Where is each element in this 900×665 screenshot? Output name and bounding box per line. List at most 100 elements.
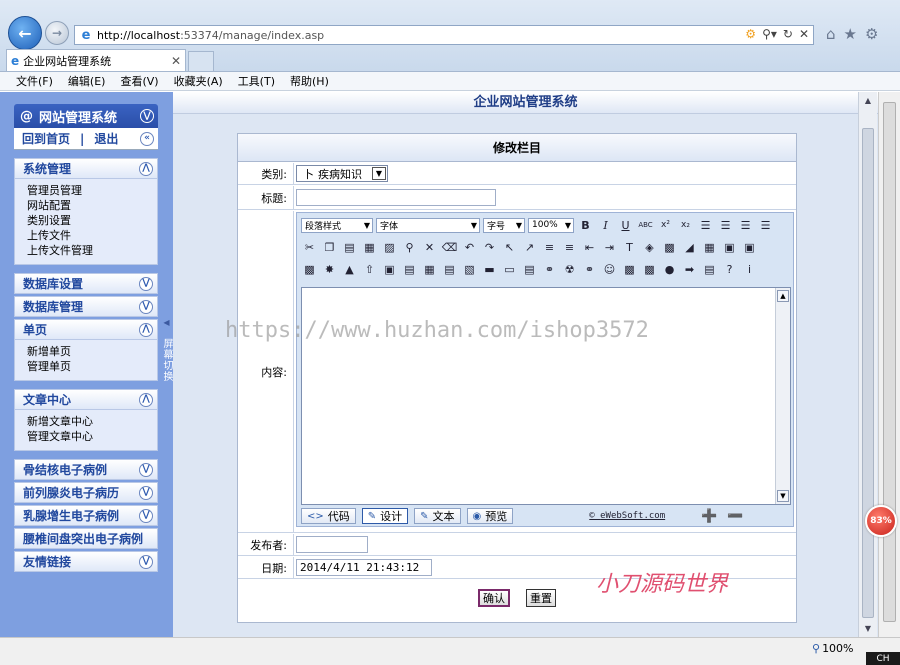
enlarge-icon[interactable]: ➕: [701, 509, 717, 524]
language-indicator[interactable]: CH: [866, 652, 900, 665]
page-icon[interactable]: ▤: [441, 261, 458, 278]
remove-format-icon[interactable]: ◢: [681, 239, 698, 256]
dropdown-arrow-icon[interactable]: ▼: [372, 167, 386, 180]
mode-design-button[interactable]: ✎ 设计: [361, 508, 409, 524]
marquee-icon[interactable]: ▤: [401, 261, 418, 278]
zoom-control[interactable]: ⚲ 100%: [812, 642, 854, 655]
paste-word-icon[interactable]: ▨: [381, 239, 398, 256]
browser-tab[interactable]: e 企业网站管理系统 ✕: [6, 49, 186, 71]
scroll-up-icon[interactable]: ▲: [862, 96, 874, 105]
new-tab-button[interactable]: [188, 51, 214, 71]
sidebar-item[interactable]: 管理文章中心: [27, 429, 157, 444]
info-icon[interactable]: i: [741, 261, 758, 278]
scroll-down-icon[interactable]: ▼: [862, 624, 874, 633]
progress-badge[interactable]: 83%: [865, 505, 897, 537]
align-center-icon[interactable]: ☰: [717, 217, 734, 234]
page-scrollbar[interactable]: [878, 92, 900, 637]
back-button[interactable]: ←: [8, 16, 42, 50]
menu-file[interactable]: 文件(F): [16, 73, 53, 89]
paragraph-style-select[interactable]: 段落样式 ▼: [301, 217, 373, 233]
publisher-input[interactable]: [296, 536, 368, 553]
paste-icon[interactable]: ▤: [341, 239, 358, 256]
grid-icon[interactable]: ▦: [421, 261, 438, 278]
fullscreen-icon[interactable]: ▤: [701, 261, 718, 278]
outdent-icon[interactable]: ⇤: [581, 239, 598, 256]
emotion-icon[interactable]: ☺: [601, 261, 618, 278]
refresh-icon[interactable]: ↻: [783, 27, 793, 41]
bold-icon[interactable]: B: [577, 217, 594, 234]
sidebar-item[interactable]: 网站配置: [27, 198, 157, 213]
category-select[interactable]: 卜 疾病知识 ▼: [296, 165, 388, 182]
logout-link[interactable]: 退出: [94, 130, 118, 147]
special-char-icon[interactable]: ▩: [621, 261, 638, 278]
align-right-icon[interactable]: ☰: [737, 217, 754, 234]
screen-switch-splitter[interactable]: ◀ 屏幕切换: [160, 317, 173, 417]
menu-favorites[interactable]: 收藏夹(A): [174, 73, 223, 89]
sidebar-item[interactable]: 管理单页: [27, 359, 157, 374]
sidebar-item[interactable]: 类别设置: [27, 213, 157, 228]
date-icon[interactable]: ▩: [641, 261, 658, 278]
strikethrough-icon[interactable]: ABC: [637, 217, 654, 234]
indent-icon[interactable]: ⇥: [601, 239, 618, 256]
section-header[interactable]: 数据库管理 ⋁: [14, 296, 158, 317]
section-header[interactable]: 乳腺增生电子病例 ⋁: [14, 505, 158, 526]
file-icon[interactable]: ⇧: [361, 261, 378, 278]
media-icon[interactable]: ▲: [341, 261, 358, 278]
settings-gear-icon[interactable]: ⚙: [865, 25, 878, 43]
ordered-list-icon[interactable]: ≡: [541, 239, 558, 256]
italic-icon[interactable]: I: [597, 217, 614, 234]
select-icon[interactable]: ↖: [501, 239, 518, 256]
anchor-icon[interactable]: ⚭: [581, 261, 598, 278]
delete-icon[interactable]: ✕: [421, 239, 438, 256]
redo-icon[interactable]: ↷: [481, 239, 498, 256]
editor-scrollbar[interactable]: ▲ ▼: [775, 288, 790, 504]
sidebar-item[interactable]: 上传文件: [27, 228, 157, 243]
align-left-icon[interactable]: ☰: [697, 217, 714, 234]
justify-icon[interactable]: ☰: [757, 217, 774, 234]
eraser-icon[interactable]: ⌫: [441, 239, 458, 256]
copy-icon[interactable]: ❐: [321, 239, 338, 256]
help-icon[interactable]: ?: [721, 261, 738, 278]
compatibility-icon[interactable]: ⚙: [745, 27, 756, 41]
sidebar-item[interactable]: 管理员管理: [27, 183, 157, 198]
sidebar-item[interactable]: 新增单页: [27, 344, 157, 359]
reset-button[interactable]: 重置: [526, 589, 556, 607]
underline-icon[interactable]: U: [617, 217, 634, 234]
section-header[interactable]: 腰椎间盘突出电子病例: [14, 528, 158, 549]
superscript-icon[interactable]: x²: [657, 217, 674, 234]
font-select[interactable]: 字体 ▼: [376, 217, 480, 233]
section-header[interactable]: 单页 ⋀: [14, 319, 158, 340]
link-icon[interactable]: ⚭: [541, 261, 558, 278]
favorites-star-icon[interactable]: ★: [844, 25, 857, 43]
double-chevron-left-icon[interactable]: «: [140, 131, 154, 146]
section-header[interactable]: 文章中心 ⋀: [14, 389, 158, 410]
mode-preview-button[interactable]: ◉ 预览: [466, 508, 514, 524]
shrink-icon[interactable]: ➖: [727, 509, 743, 524]
section-header[interactable]: 系统管理 ⋀: [14, 158, 158, 179]
scroll-down-icon[interactable]: ▼: [777, 490, 789, 502]
comment-icon[interactable]: ▣: [721, 239, 738, 256]
bug-icon[interactable]: ●: [661, 261, 678, 278]
confirm-button[interactable]: 确认: [478, 589, 510, 607]
text-color-icon[interactable]: T: [621, 239, 638, 256]
table-icon[interactable]: ▦: [701, 239, 718, 256]
frame-scrollbar[interactable]: ▲ ▼: [858, 92, 877, 637]
absolute-position-icon[interactable]: ↗: [521, 239, 538, 256]
editor-credit-link[interactable]: © eWebSoft.com: [589, 511, 665, 521]
forward-button[interactable]: →: [45, 21, 69, 45]
cut-icon[interactable]: ✂: [301, 239, 318, 256]
date-input[interactable]: 2014/4/11 21:43:12: [296, 559, 432, 576]
web-icon[interactable]: ▤: [521, 261, 538, 278]
section-header[interactable]: 前列腺炎电子病历 ⋁: [14, 482, 158, 503]
menu-view[interactable]: 查看(V): [120, 73, 158, 89]
tab-close-icon[interactable]: ✕: [171, 54, 181, 68]
mode-code-button[interactable]: <> 代码: [301, 508, 356, 524]
flash-icon[interactable]: ✸: [321, 261, 338, 278]
paste-text-icon[interactable]: ▦: [361, 239, 378, 256]
scroll-thumb[interactable]: [862, 128, 874, 618]
find-icon[interactable]: ⚲: [401, 239, 418, 256]
menu-edit[interactable]: 编辑(E): [68, 73, 106, 89]
unordered-list-icon[interactable]: ≡: [561, 239, 578, 256]
image-icon[interactable]: ▩: [301, 261, 318, 278]
font-size-select[interactable]: 字号 ▼: [483, 217, 525, 233]
